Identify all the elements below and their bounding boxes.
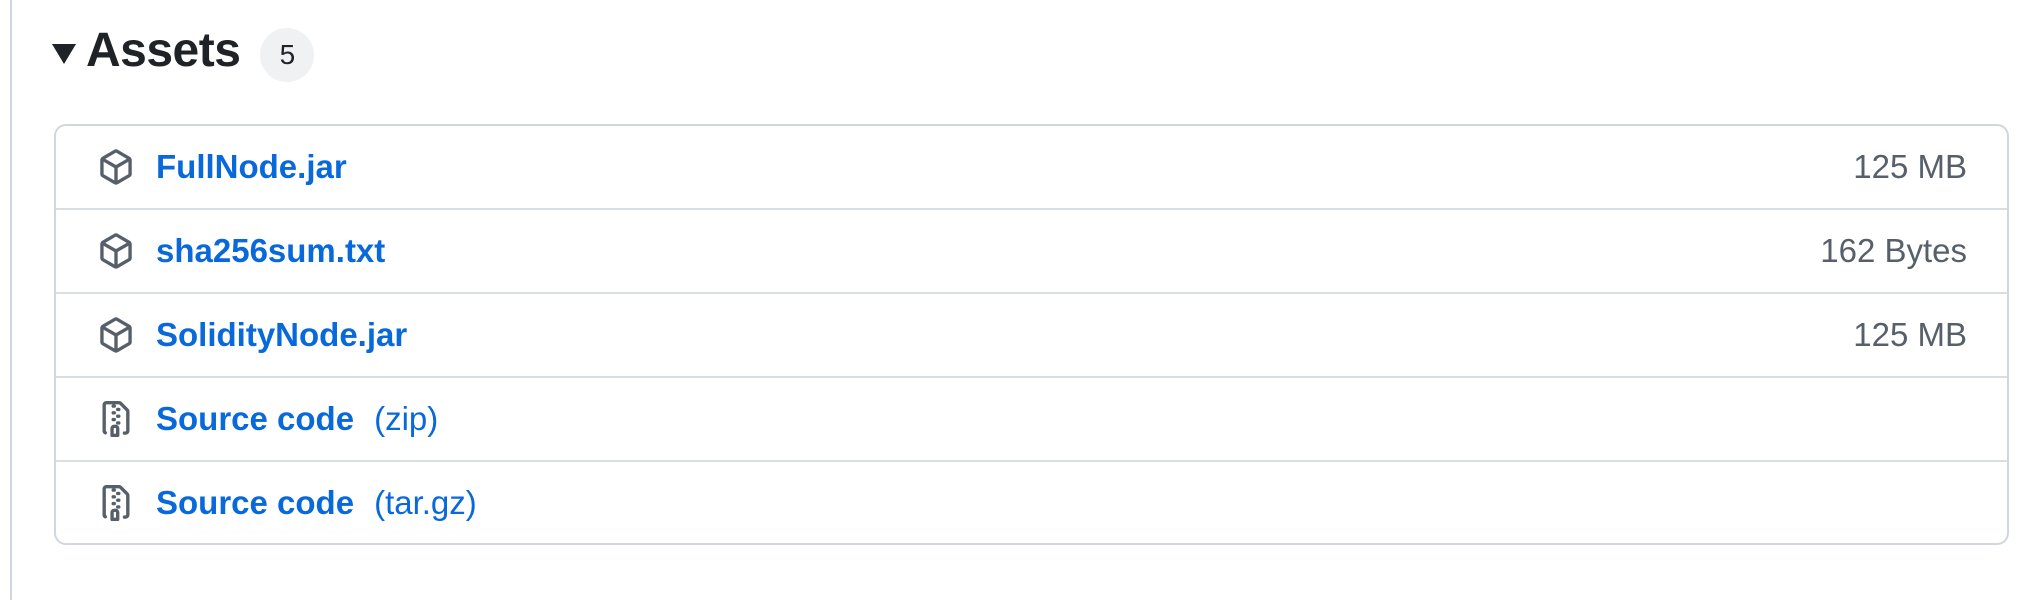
asset-size: 125 MB bbox=[1853, 316, 1967, 353]
asset-download-link[interactable]: sha256sum.txt bbox=[156, 232, 385, 270]
asset-download-link[interactable]: FullNode.jar bbox=[156, 148, 347, 186]
package-icon bbox=[98, 233, 134, 269]
asset-row: Source code (zip) bbox=[56, 376, 2007, 460]
source-code-targz-link[interactable]: Source code (tar.gz) bbox=[156, 484, 477, 522]
file-zip-icon bbox=[98, 485, 134, 521]
package-icon bbox=[98, 149, 134, 185]
assets-title: Assets bbox=[86, 24, 241, 77]
source-code-zip-link[interactable]: Source code (zip) bbox=[156, 400, 438, 438]
asset-format-suffix: (tar.gz) bbox=[374, 484, 477, 521]
asset-link-label: Source code bbox=[156, 484, 355, 521]
asset-link-label: Source code bbox=[156, 400, 355, 437]
asset-size: 125 MB bbox=[1853, 148, 1967, 185]
asset-row: sha256sum.txt 162 Bytes bbox=[56, 208, 2007, 292]
asset-format-suffix: (zip) bbox=[374, 400, 439, 437]
left-timeline-rule bbox=[10, 0, 12, 600]
asset-download-link[interactable]: SolidityNode.jar bbox=[156, 316, 407, 354]
asset-row: FullNode.jar 125 MB bbox=[56, 126, 2007, 208]
package-icon bbox=[98, 317, 134, 353]
assets-count-badge: 5 bbox=[260, 28, 315, 82]
file-zip-icon bbox=[98, 401, 134, 437]
asset-size: 162 Bytes bbox=[1820, 232, 1967, 269]
assets-summary-toggle[interactable]: Assets 5 bbox=[52, 18, 315, 84]
asset-row: SolidityNode.jar 125 MB bbox=[56, 292, 2007, 376]
asset-row: Source code (tar.gz) bbox=[56, 460, 2007, 543]
caret-down-icon bbox=[52, 44, 76, 64]
assets-list: FullNode.jar 125 MB sha256sum.txt 162 By… bbox=[54, 124, 2009, 545]
